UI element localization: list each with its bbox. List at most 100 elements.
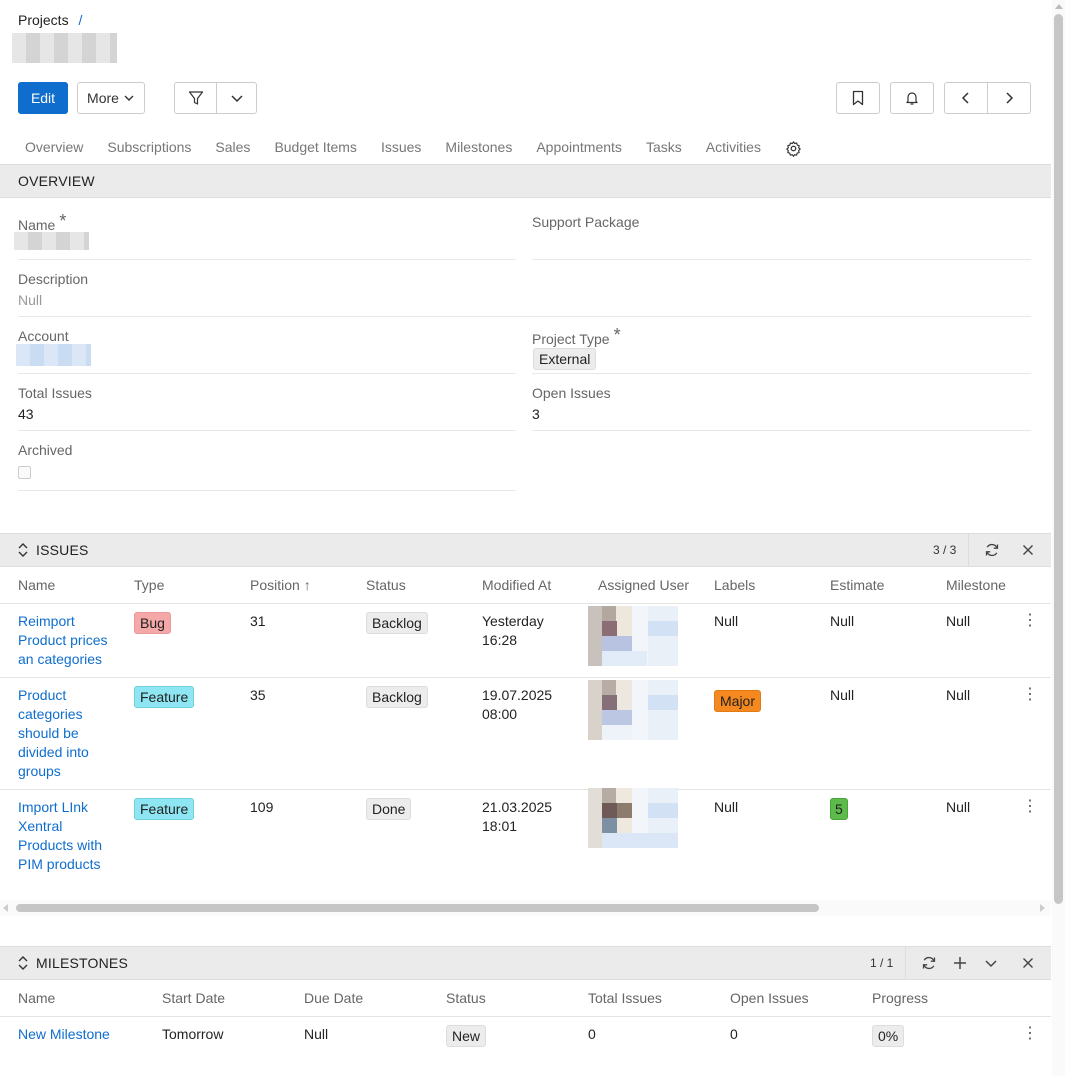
next-record-button[interactable] (987, 82, 1031, 114)
account-label: Account (18, 328, 69, 344)
more-button[interactable]: More (77, 82, 145, 114)
assigned-user-redacted[interactable] (588, 606, 678, 666)
column-header-total-issues[interactable]: Total Issues (588, 990, 662, 1006)
filter-dropdown-button[interactable] (216, 82, 257, 114)
row-menu-icon[interactable]: ⋮ (1022, 687, 1038, 703)
divider (18, 373, 516, 374)
assigned-user-redacted[interactable] (588, 788, 678, 848)
issue-estimate: 5 (830, 798, 848, 820)
column-header-assigned-user[interactable]: Assigned User (598, 577, 689, 593)
type-tag-bug: Bug (134, 612, 171, 634)
issue-name-link[interactable]: Product categories should be divided into gr… (18, 686, 89, 781)
sort-ascending-icon: ↑ (303, 577, 311, 593)
gear-icon[interactable] (785, 140, 802, 157)
chevron-down-icon (124, 95, 134, 101)
column-header-position[interactable]: Position ↑ (250, 577, 311, 593)
issue-modified-at: Yesterday 16:28 (482, 613, 544, 648)
row-menu-icon[interactable]: ⋮ (1022, 799, 1038, 815)
tab-sales[interactable]: Sales (215, 139, 250, 157)
row-menu-icon[interactable]: ⋮ (1022, 613, 1038, 629)
overview-panel-title: OVERVIEW (18, 173, 95, 189)
panel-options-button[interactable] (981, 953, 1001, 973)
scrollbar-thumb[interactable] (1054, 14, 1063, 904)
refresh-button[interactable] (919, 953, 939, 973)
column-header-progress[interactable]: Progress (872, 990, 928, 1006)
tab-budget-items[interactable]: Budget Items (274, 139, 357, 157)
issue-position: 35 (250, 687, 266, 703)
vertical-scrollbar[interactable] (1052, 0, 1065, 1076)
tab-subscriptions[interactable]: Subscriptions (107, 139, 191, 157)
status-tag: Backlog (366, 686, 428, 708)
tab-activities[interactable]: Activities (706, 139, 761, 157)
column-header-due-date[interactable]: Due Date (304, 990, 363, 1006)
scrollbar-thumb[interactable] (16, 904, 819, 912)
horizontal-scrollbar[interactable] (0, 900, 1051, 916)
issue-labels: Null (714, 613, 739, 629)
chevron-down-icon (230, 95, 243, 103)
row-menu-icon[interactable]: ⋮ (1022, 1026, 1038, 1042)
issue-type: Feature (134, 686, 195, 708)
chevron-right-icon (1006, 92, 1014, 104)
project-type-tag: External (533, 348, 597, 370)
tab-bar: Overview Subscriptions Sales Budget Item… (25, 139, 802, 157)
add-milestone-button[interactable] (950, 953, 970, 973)
divider (0, 1016, 1051, 1017)
tab-milestones[interactable]: Milestones (445, 139, 512, 157)
refresh-button[interactable] (982, 540, 1002, 560)
description-value: Null (18, 292, 43, 308)
bookmark-button[interactable] (836, 82, 880, 114)
column-header-milestone[interactable]: Milestone (946, 577, 1006, 593)
column-header-name[interactable]: Name (18, 990, 55, 1006)
column-header-open-issues[interactable]: Open Issues (730, 990, 809, 1006)
close-panel-button[interactable] (1018, 540, 1038, 560)
issue-modified-at: 21.03.2025 18:01 (482, 799, 553, 834)
edit-button[interactable]: Edit (18, 82, 68, 114)
filter-button[interactable] (174, 82, 217, 114)
account-value-redacted[interactable] (16, 344, 91, 366)
issues-panel-title: ISSUES (36, 542, 89, 558)
notifications-button[interactable] (890, 82, 934, 114)
milestone-due-date: Null (304, 1026, 329, 1042)
collapse-toggle-icon[interactable] (17, 955, 29, 971)
assigned-user-redacted[interactable] (588, 680, 678, 740)
archived-checkbox[interactable] (18, 466, 31, 479)
tab-issues[interactable]: Issues (381, 139, 421, 157)
chevron-left-icon (961, 92, 969, 104)
close-panel-button[interactable] (1018, 953, 1038, 973)
milestone-name-link[interactable]: New Milestone (18, 1025, 110, 1044)
issue-position: 31 (250, 613, 266, 629)
issue-milestone: Null (946, 687, 971, 703)
column-header-start-date[interactable]: Start Date (162, 990, 225, 1006)
total-issues-label: Total Issues (18, 385, 92, 401)
divider (905, 947, 906, 979)
previous-record-button[interactable] (944, 82, 988, 114)
breadcrumb-projects-link[interactable]: Projects (18, 12, 69, 28)
status-tag: New (446, 1025, 487, 1047)
scroll-up-arrow[interactable] (1055, 4, 1063, 9)
scroll-left-arrow[interactable] (3, 904, 8, 912)
milestone-progress: 0% (872, 1025, 905, 1047)
column-header-labels[interactable]: Labels (714, 577, 755, 593)
column-header-estimate[interactable]: Estimate (830, 577, 884, 593)
column-header-status[interactable]: Status (366, 577, 406, 593)
tab-overview[interactable]: Overview (25, 139, 83, 157)
plus-icon (954, 957, 966, 969)
divider (0, 603, 1051, 604)
column-header-status[interactable]: Status (446, 990, 486, 1006)
open-issues-value: 3 (532, 406, 540, 422)
column-header-modified-at[interactable]: Modified At (482, 577, 551, 593)
scroll-right-arrow[interactable] (1040, 904, 1045, 912)
collapse-toggle-icon[interactable] (17, 542, 29, 558)
label-tag-major: Major (714, 690, 762, 712)
status-tag: Done (366, 798, 412, 820)
close-icon (1023, 958, 1033, 968)
milestone-start-date: Tomorrow (162, 1026, 224, 1042)
issue-name-link[interactable]: Reimport Product prices an categories (18, 612, 107, 669)
issue-name-link[interactable]: Import LInk Xentral Products with PIM produ… (18, 798, 102, 874)
total-issues-value: 43 (18, 406, 34, 422)
tab-appointments[interactable]: Appointments (536, 139, 622, 157)
tab-tasks[interactable]: Tasks (646, 139, 682, 157)
column-header-name[interactable]: Name (18, 577, 55, 593)
progress-tag: 0% (872, 1025, 905, 1047)
column-header-type[interactable]: Type (134, 577, 164, 593)
